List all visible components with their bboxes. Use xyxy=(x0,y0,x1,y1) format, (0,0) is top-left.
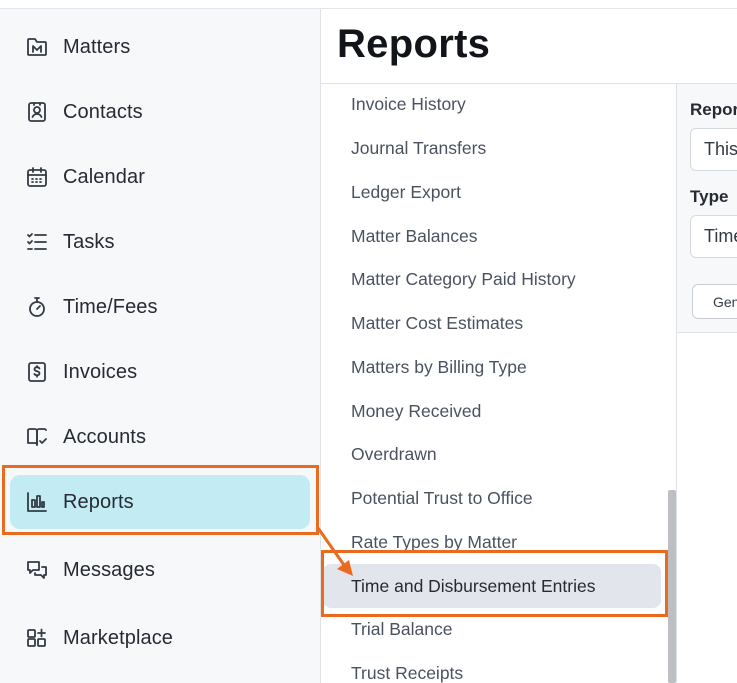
sidebar-item-label: Matters xyxy=(63,35,131,58)
bar-chart-icon xyxy=(24,489,50,515)
report-item-potential-trust-to-office[interactable]: Potential Trust to Office xyxy=(323,476,661,520)
sidebar-item-contacts[interactable]: Contacts xyxy=(10,85,310,139)
report-item-trust-receipts[interactable]: Trust Receipts xyxy=(323,651,661,683)
sidebar-item-time-fees[interactable]: Time/Fees xyxy=(10,280,310,334)
sidebar-item-marketplace[interactable]: Marketplace xyxy=(10,611,310,665)
type-select[interactable]: Time xyxy=(690,215,737,258)
report-item-invoice-history[interactable]: Invoice History xyxy=(323,84,661,126)
sidebar-item-invoices[interactable]: Invoices xyxy=(10,345,310,399)
sidebar: Matters Contacts Calendar Tasks Time/Fee… xyxy=(0,9,321,683)
stopwatch-icon xyxy=(24,294,50,320)
contacts-icon xyxy=(24,99,50,125)
report-item-journal-transfers[interactable]: Journal Transfers xyxy=(323,126,661,170)
report-list-scrollbar[interactable] xyxy=(668,490,676,683)
report-item-money-received[interactable]: Money Received xyxy=(323,389,661,433)
sidebar-item-label: Messages xyxy=(63,558,155,581)
report-item-ledger-export[interactable]: Ledger Export xyxy=(323,170,661,214)
sidebar-item-label: Tasks xyxy=(63,230,115,253)
sidebar-item-matters[interactable]: Matters xyxy=(10,20,310,74)
sidebar-item-label: Accounts xyxy=(63,425,147,448)
report-item-matter-balances[interactable]: Matter Balances xyxy=(323,214,661,258)
report-item-overdrawn[interactable]: Overdrawn xyxy=(323,432,661,476)
report-item-matter-cost-estimates[interactable]: Matter Cost Estimates xyxy=(323,301,661,345)
report-item-rate-types-by-matter[interactable]: Rate Types by Matter xyxy=(323,520,661,564)
report-item-trial-balance[interactable]: Trial Balance xyxy=(323,607,661,651)
sidebar-item-label: Invoices xyxy=(63,360,138,383)
grid-plus-icon xyxy=(24,625,50,651)
report-options-panel: Report Period This Type Time Generate xyxy=(677,84,737,333)
calendar-icon xyxy=(24,164,50,190)
matters-icon xyxy=(24,34,50,60)
sidebar-item-accounts[interactable]: Accounts xyxy=(10,410,310,464)
sidebar-item-label: Reports xyxy=(63,490,134,513)
generate-button[interactable]: Generate xyxy=(692,284,737,319)
type-label: Type xyxy=(690,187,729,206)
tasks-icon xyxy=(24,229,50,255)
sidebar-item-label: Time/Fees xyxy=(63,295,158,318)
sidebar-item-label: Calendar xyxy=(63,165,145,188)
sidebar-item-messages[interactable]: Messages xyxy=(10,543,310,597)
report-item-matters-by-billing-type[interactable]: Matters by Billing Type xyxy=(323,345,661,389)
report-period-label: Report Period xyxy=(690,100,737,119)
report-item-matter-category-paid-history[interactable]: Matter Category Paid History xyxy=(323,257,661,301)
sidebar-item-calendar[interactable]: Calendar xyxy=(10,150,310,204)
invoice-dollar-icon xyxy=(24,359,50,385)
sidebar-item-label: Marketplace xyxy=(63,626,174,649)
sidebar-item-label: Contacts xyxy=(63,100,143,123)
chat-bubbles-icon xyxy=(24,557,50,583)
report-item-time-and-disbursement-entries[interactable]: Time and Disbursement Entries xyxy=(323,564,661,608)
sidebar-item-reports[interactable]: Reports xyxy=(10,475,310,529)
book-check-icon xyxy=(24,424,50,450)
sidebar-item-tasks[interactable]: Tasks xyxy=(10,215,310,269)
report-list: Invoice History Journal Transfers Ledger… xyxy=(321,84,677,683)
report-period-select[interactable]: This xyxy=(690,128,737,171)
page-title: Reports xyxy=(337,22,491,66)
